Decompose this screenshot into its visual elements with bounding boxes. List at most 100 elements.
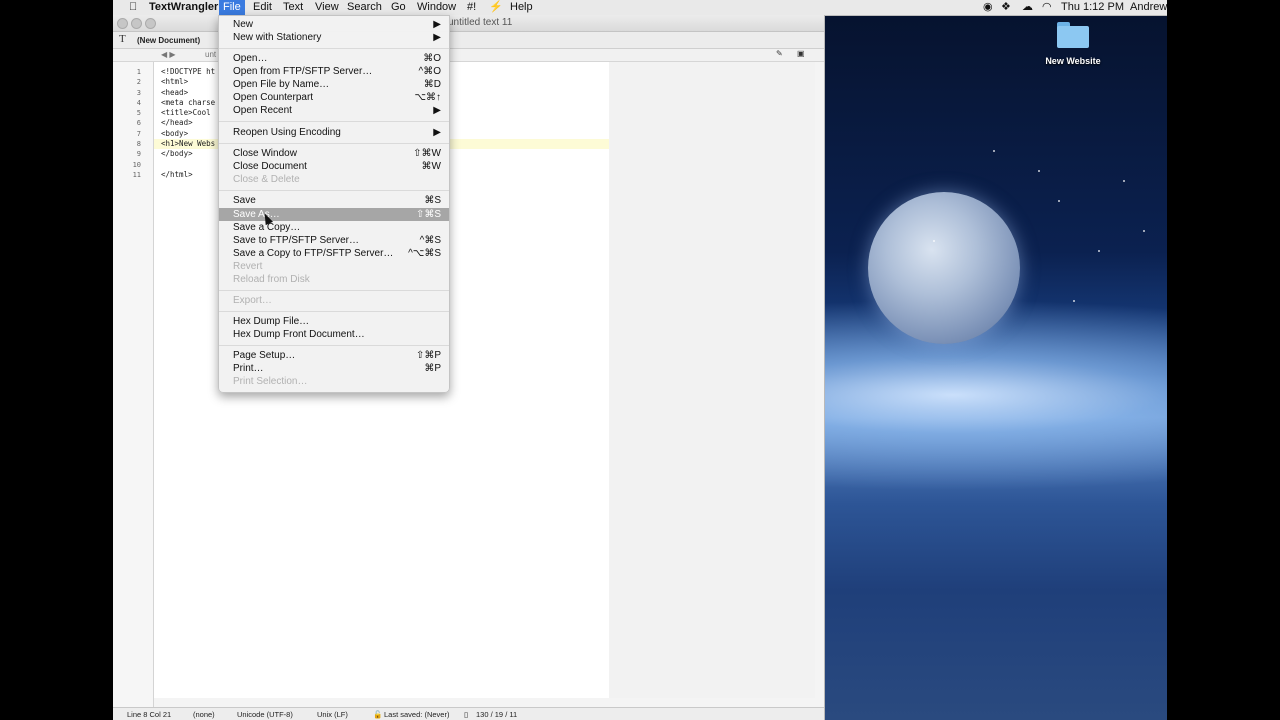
code-line: </head> xyxy=(161,118,193,128)
menu-item-save-a-copy[interactable]: Save a Copy… xyxy=(219,221,449,234)
line-number: 5 xyxy=(136,109,141,118)
lock-icon[interactable]: 🔓 xyxy=(373,710,382,719)
menubar-clock[interactable]: Thu 1:12 PM xyxy=(1057,0,1128,15)
moon-image xyxy=(868,192,1020,344)
star xyxy=(1038,170,1040,172)
menubar-user[interactable]: Andrew xyxy=(1126,0,1167,15)
menu-item-print-selection: Print Selection… xyxy=(233,376,308,387)
folder-label: New Website xyxy=(1045,56,1101,66)
page-guide-area xyxy=(609,62,815,698)
status-bar: Line 8 Col 21 (none) Unicode (UTF-8) Uni… xyxy=(113,707,824,720)
code-text[interactable]: <!DOCTYPE ht <html> <head> <meta charse … xyxy=(161,67,215,180)
menu-item-save[interactable]: Save ⌘S xyxy=(219,194,449,207)
document-counts[interactable]: 130 / 19 / 11 xyxy=(476,710,517,719)
record-status-icon[interactable]: ◉ xyxy=(979,0,997,15)
menu-item-new-with-stationery[interactable]: New with Stationery ▶ xyxy=(219,31,449,44)
line-number: 8 xyxy=(136,140,141,149)
star xyxy=(933,240,935,242)
menu-item-open-counterpart[interactable]: Open Counterpart ⌥⌘↑ xyxy=(219,91,449,104)
pencil-icon[interactable]: ✎ xyxy=(776,49,783,58)
menu-separator xyxy=(219,345,449,346)
menu-separator xyxy=(219,121,449,122)
menu-item-reload-from-disk: Reload from Disk xyxy=(233,274,310,285)
menu-item-open-ftp[interactable]: Open from FTP/SFTP Server… ^⌘O xyxy=(219,65,449,78)
line-number: 4 xyxy=(136,98,141,107)
menu-item-open-file-by-name[interactable]: Open File by Name… ⌘D xyxy=(219,78,449,91)
star xyxy=(1098,250,1100,252)
menu-item-close-and-delete: Close & Delete xyxy=(233,174,300,185)
menu-item-close-window[interactable]: Close Window ⇧⌘W xyxy=(219,147,449,160)
screen: New Website  TextWrangler File Edit Tex… xyxy=(113,0,1167,720)
menu-separator xyxy=(219,143,449,144)
counterpart-icon[interactable]: ▣ xyxy=(797,49,805,58)
menu-bar:  TextWrangler File Edit Text View Searc… xyxy=(113,0,1167,16)
zoom-window-icon[interactable] xyxy=(145,18,156,29)
line-number: 7 xyxy=(136,129,141,138)
menu-window[interactable]: Window xyxy=(413,0,460,15)
menu-file[interactable]: File xyxy=(219,0,245,15)
menu-item-save-to-ftp[interactable]: Save to FTP/SFTP Server… ^⌘S xyxy=(219,234,449,247)
file-menu: New ▶ New with Stationery ▶ Open… ⌘O Open f… xyxy=(218,15,450,393)
minimize-window-icon[interactable] xyxy=(131,18,142,29)
menu-textwrangler[interactable]: TextWrangler xyxy=(145,0,222,15)
menu-separator xyxy=(219,190,449,191)
menu-item-save-as[interactable]: Save As… ⇧⌘S xyxy=(219,208,449,221)
nav-arrows[interactable]: ◀ ▶ xyxy=(161,50,176,59)
star xyxy=(1123,180,1125,182)
line-number: 11 xyxy=(132,170,141,179)
line-number: 2 xyxy=(136,78,141,87)
dropbox-icon[interactable]: ❖ xyxy=(997,0,1015,15)
text-options-icon[interactable]: T xyxy=(119,33,126,45)
menu-item-save-copy-to-ftp[interactable]: Save a Copy to FTP/SFTP Server… ^⌥⌘S xyxy=(219,247,449,260)
close-window-icon[interactable] xyxy=(117,18,128,29)
code-line: <html> xyxy=(161,77,189,87)
menu-item-export: Export… xyxy=(233,295,272,306)
code-line: <meta charse xyxy=(161,97,216,107)
line-number-gutter: 1 2 3 4 5 6 7 8 9 10 11 xyxy=(113,67,141,180)
menu-text[interactable]: Text xyxy=(279,0,307,15)
menu-item-hex-dump-front-document[interactable]: Hex Dump Front Document… xyxy=(219,328,449,341)
wifi-icon[interactable]: ◠ xyxy=(1038,0,1056,15)
star xyxy=(993,150,995,152)
window-title: untitled text 11 xyxy=(448,17,513,28)
document-name: (New Document) xyxy=(137,36,201,45)
desktop-folder-new-website[interactable]: New Website xyxy=(1033,22,1113,66)
menu-item-page-setup[interactable]: Page Setup… ⇧⌘P xyxy=(219,349,449,362)
menu-view[interactable]: View xyxy=(311,0,343,15)
menu-search[interactable]: Search xyxy=(343,0,386,15)
menu-go[interactable]: Go xyxy=(387,0,410,15)
encoding-popup[interactable]: Unicode (UTF-8) xyxy=(237,710,293,719)
menu-item-close-document[interactable]: Close Document ⌘W xyxy=(219,160,449,173)
language-popup[interactable]: (none) xyxy=(193,710,215,719)
cursor-position[interactable]: Line 8 Col 21 xyxy=(127,710,171,719)
nav-document-name[interactable]: unt xyxy=(205,50,216,59)
menu-shebang[interactable]: #! xyxy=(463,0,480,15)
menu-item-revert: Revert xyxy=(233,261,263,272)
menu-item-new[interactable]: New ▶ xyxy=(219,18,449,31)
line-number: 9 xyxy=(136,150,141,159)
menu-help[interactable]: Help xyxy=(506,0,537,15)
star xyxy=(1143,230,1145,232)
star xyxy=(1058,200,1060,202)
star xyxy=(1073,300,1075,302)
line-number: 1 xyxy=(136,68,141,76)
apple-menu-icon[interactable]:  xyxy=(125,0,141,15)
menu-item-open-recent[interactable]: Open Recent ▶ xyxy=(219,104,449,117)
menu-scripts-icon[interactable]: ⚡ xyxy=(485,0,507,15)
menu-separator xyxy=(219,311,449,312)
last-saved: Last saved: (Never) xyxy=(384,710,450,719)
code-line: </html> xyxy=(161,169,193,179)
menu-item-print[interactable]: Print… ⌘P xyxy=(219,362,449,375)
menu-edit[interactable]: Edit xyxy=(249,0,276,15)
line-endings-popup[interactable]: Unix (LF) xyxy=(317,710,348,719)
menu-item-open[interactable]: Open… ⌘O xyxy=(219,52,449,65)
creative-cloud-icon[interactable]: ☁ xyxy=(1018,0,1037,15)
menu-item-hex-dump-file[interactable]: Hex Dump File… xyxy=(219,315,449,328)
code-line: <body> xyxy=(161,128,189,138)
menu-separator xyxy=(219,290,449,291)
code-line: <title>Cool xyxy=(161,108,211,118)
document-icon: ▯ xyxy=(464,710,469,719)
line-number: 6 xyxy=(136,119,141,128)
menu-item-reopen-using-encoding[interactable]: Reopen Using Encoding ▶ xyxy=(219,126,449,139)
